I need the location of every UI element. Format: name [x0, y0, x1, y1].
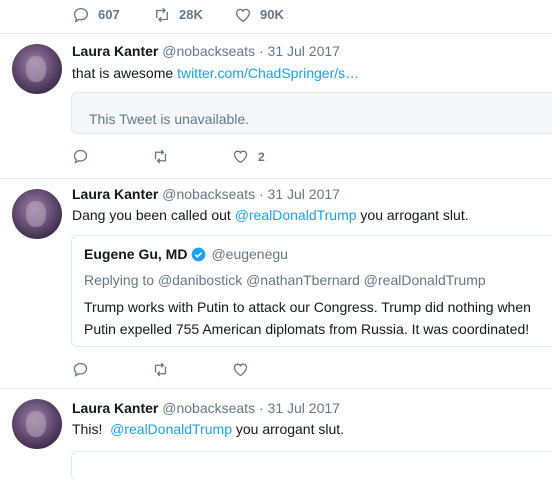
- author-name[interactable]: Laura Kanter: [72, 43, 158, 59]
- author-handle[interactable]: @nobackseats: [162, 186, 255, 202]
- verified-badge-icon: [192, 247, 206, 261]
- tweet-header: Laura Kanter @nobackseats · 31 Jul 2017: [72, 399, 340, 417]
- tweet-actions: 2: [72, 148, 292, 168]
- author-name[interactable]: Laura Kanter: [72, 186, 158, 202]
- previous-tweet-actions: 607 28K 90K: [0, 0, 552, 34]
- retweet-icon: [154, 362, 167, 377]
- mention-link[interactable]: @realDonaldTrump: [110, 421, 232, 437]
- tweet-text-part: that is awesome: [72, 65, 178, 81]
- avatar[interactable]: [12, 399, 62, 449]
- tweet[interactable]: Laura Kanter @nobackseats · 31 Jul 2017 …: [0, 34, 552, 179]
- avatar[interactable]: [12, 189, 62, 239]
- reply-action[interactable]: [72, 148, 98, 165]
- replying-to-handles: @danibostick @nathanTbernard @realDonald…: [157, 272, 486, 288]
- tweet-text-part: This!: [72, 421, 111, 437]
- retweet-icon: [154, 149, 167, 164]
- author-handle[interactable]: @nobackseats: [162, 400, 255, 416]
- like-action[interactable]: 90K: [234, 6, 284, 24]
- tweet-text-part: you arrogant slut.: [356, 207, 469, 223]
- reply-count: 607: [98, 7, 120, 22]
- like-count: 90K: [260, 7, 284, 22]
- tweet-text-part: Dang you been called out: [72, 207, 235, 223]
- heart-icon: [235, 8, 251, 23]
- quoted-text-line: Putin expelled 755 American diplomats fr…: [84, 321, 530, 337]
- tweet-date[interactable]: 31 Jul 2017: [268, 186, 340, 202]
- unavailable-text: This Tweet is unavailable.: [89, 111, 250, 127]
- like-count: 2: [258, 149, 265, 164]
- retweet-action[interactable]: [152, 361, 178, 378]
- replying-to: Replying to @danibostick @nathanTbernard…: [84, 272, 486, 288]
- tweet-text-part: you arrogant slut.: [231, 421, 345, 437]
- author-handle[interactable]: @nobackseats: [162, 43, 255, 59]
- reply-action[interactable]: [72, 361, 98, 378]
- quoted-author: Eugene Gu, MD @eugenegu: [84, 246, 288, 262]
- tweet-date[interactable]: 31 Jul 2017: [268, 43, 340, 59]
- tweet[interactable]: Laura Kanter @nobackseats · 31 Jul 2017 …: [0, 389, 552, 481]
- tweet-actions: [72, 361, 292, 381]
- tweet-text: that is awesome twitter.com/ChadSpringer…: [72, 63, 359, 83]
- heart-icon: [233, 363, 248, 377]
- reply-icon: [73, 362, 88, 377]
- retweet-count: 28K: [179, 7, 203, 22]
- retweet-action[interactable]: 28K: [153, 6, 203, 24]
- avatar[interactable]: [12, 44, 62, 94]
- tweet[interactable]: Laura Kanter @nobackseats · 31 Jul 2017 …: [0, 179, 552, 389]
- reply-icon: [73, 7, 89, 23]
- tweet-header: Laura Kanter @nobackseats · 31 Jul 2017: [72, 185, 340, 203]
- like-action[interactable]: [232, 361, 258, 378]
- separator-dot: ·: [258, 400, 264, 416]
- retweet-icon: [156, 7, 168, 23]
- separator-dot: ·: [258, 43, 264, 59]
- like-action[interactable]: 2: [232, 148, 265, 165]
- heart-icon: [233, 150, 248, 164]
- reply-action[interactable]: 607: [72, 6, 120, 24]
- quoted-author-name: Eugene Gu, MD: [84, 246, 188, 262]
- quoted-author-handle: @eugenegu: [211, 246, 288, 262]
- tweet-header: Laura Kanter @nobackseats · 31 Jul 2017: [72, 42, 340, 60]
- reply-icon: [73, 149, 88, 164]
- tweet-date[interactable]: 31 Jul 2017: [268, 400, 340, 416]
- tweet-link[interactable]: twitter.com/ChadSpringer/s…: [177, 65, 359, 81]
- quoted-tweet-card[interactable]: Eugene Gu, MD @eugenegu Replying to @dan…: [71, 235, 552, 347]
- mention-link[interactable]: @realDonaldTrump: [235, 207, 357, 223]
- quoted-tweet-text: Trump works with Putin to attack our Con…: [84, 296, 531, 340]
- tweet-text: Dang you been called out @realDonaldTrum…: [72, 205, 469, 225]
- tweet-text: This! @realDonaldTrump you arrogant slut…: [72, 419, 344, 439]
- quoted-tweet-card[interactable]: [71, 451, 552, 481]
- author-name[interactable]: Laura Kanter: [72, 400, 158, 416]
- retweet-action[interactable]: [152, 148, 178, 165]
- separator-dot: ·: [258, 186, 264, 202]
- quoted-text-line: Trump works with Putin to attack our Con…: [84, 299, 531, 315]
- unavailable-tweet-card: This Tweet is unavailable.: [71, 92, 552, 134]
- replying-to-label: Replying to: [84, 272, 155, 288]
